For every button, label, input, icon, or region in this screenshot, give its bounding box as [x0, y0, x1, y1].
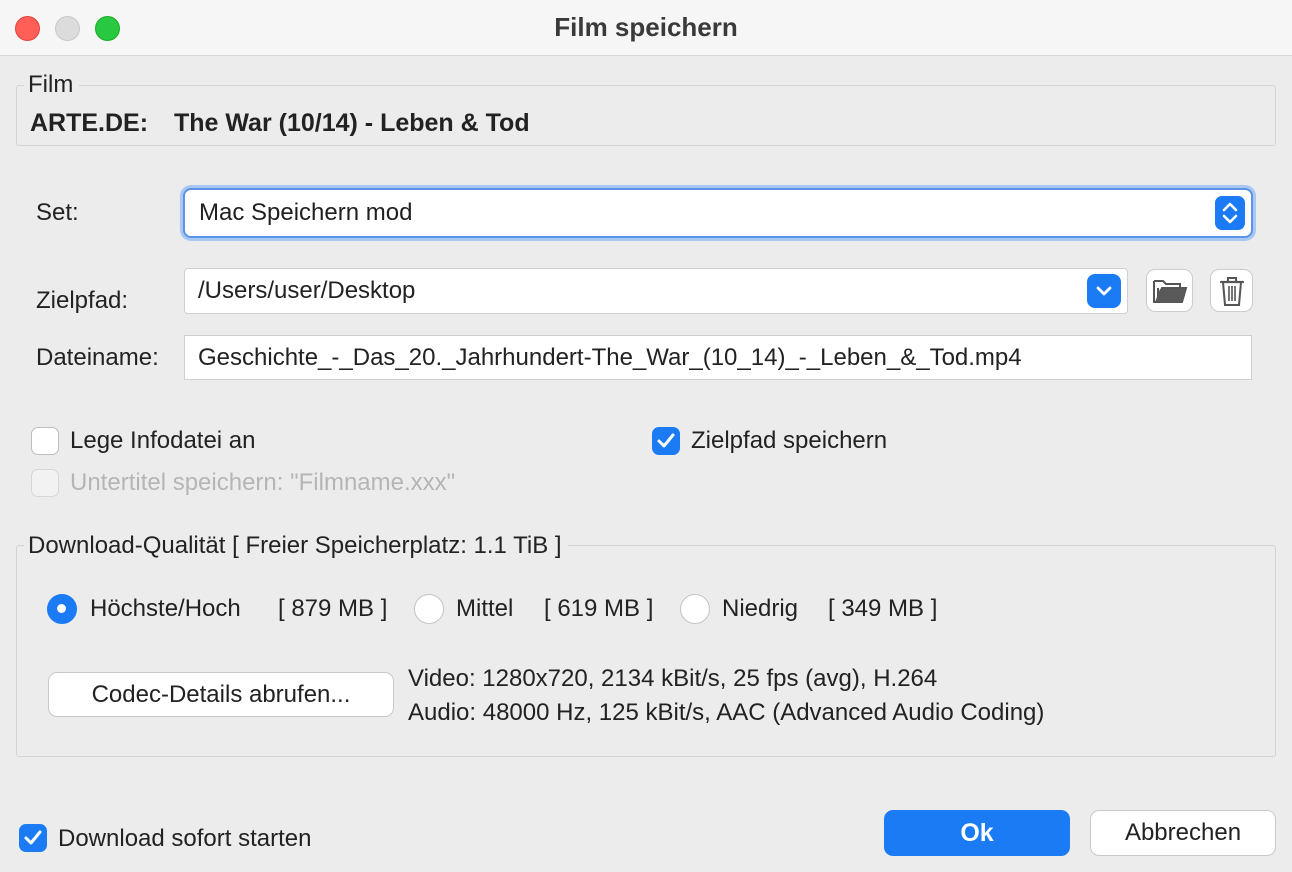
- dateiname-label: Dateiname:: [36, 344, 159, 371]
- quality-hoch-radio[interactable]: [47, 594, 77, 624]
- title-bar: Film speichern: [0, 0, 1292, 56]
- choose-folder-button[interactable]: [1146, 269, 1193, 312]
- zielpfad-speichern-checkbox[interactable]: [652, 427, 680, 455]
- zielpfad-dropdown-button[interactable]: [1087, 274, 1121, 308]
- set-label: Set:: [36, 199, 79, 226]
- trash-icon: [1219, 276, 1244, 306]
- quality-niedrig-label: Niedrig: [722, 595, 799, 622]
- checkmark-icon: [24, 830, 42, 845]
- quality-mittel-label: Mittel: [456, 595, 514, 622]
- zielpfad-value: /Users/user/Desktop: [198, 277, 416, 304]
- untertitel-checkbox[interactable]: [31, 469, 59, 497]
- dateiname-value: Geschichte_-_Das_20._Jahrhundert-The_War…: [198, 343, 1022, 371]
- infodatei-label: Lege Infodatei an: [70, 427, 256, 454]
- video-info: Video: 1280x720, 2134 kBit/s, 25 fps (av…: [408, 665, 938, 692]
- audio-info: Audio: 48000 Hz, 125 kBit/s, AAC (Advanc…: [408, 699, 1045, 726]
- up-down-chevron-icon: [1215, 196, 1245, 230]
- infodatei-checkbox[interactable]: [31, 427, 59, 455]
- checkmark-icon: [657, 433, 675, 448]
- set-select-value: Mac Speichern mod: [199, 199, 413, 226]
- film-title: The War (10/14) - Leben & Tod: [174, 109, 530, 137]
- codec-details-label: Codec-Details abrufen...: [91, 680, 351, 708]
- folder-icon: [1152, 279, 1187, 303]
- dateiname-input[interactable]: Geschichte_-_Das_20._Jahrhundert-The_War…: [184, 335, 1252, 380]
- set-select[interactable]: Mac Speichern mod: [183, 188, 1253, 238]
- zielpfad-combobox[interactable]: /Users/user/Desktop: [184, 268, 1128, 314]
- quality-mittel-size: [ 619 MB ]: [544, 595, 654, 622]
- zielpfad-label: Zielpfad:: [36, 287, 129, 314]
- ok-button[interactable]: Ok: [884, 810, 1070, 856]
- film-sender: ARTE.DE:: [30, 109, 149, 137]
- delete-path-button[interactable]: [1210, 269, 1253, 312]
- film-group-legend: Film: [24, 71, 80, 99]
- quality-mittel-radio[interactable]: [414, 594, 444, 624]
- quality-niedrig-radio[interactable]: [680, 594, 710, 624]
- cancel-button[interactable]: Abbrechen: [1090, 810, 1276, 856]
- start-download-label: Download sofort starten: [58, 825, 312, 852]
- chevron-down-icon: [1096, 286, 1112, 296]
- quality-hoch-size: [ 879 MB ]: [278, 595, 388, 622]
- start-download-checkbox[interactable]: [19, 824, 47, 852]
- quality-niedrig-size: [ 349 MB ]: [828, 595, 938, 622]
- quality-group-legend: Download-Qualität [ Freier Speicherplatz…: [24, 532, 568, 560]
- window-title: Film speichern: [554, 12, 738, 42]
- untertitel-label: Untertitel speichern: "Filmname.xxx": [70, 469, 456, 496]
- zielpfad-speichern-label: Zielpfad speichern: [691, 427, 888, 454]
- codec-details-button[interactable]: Codec-Details abrufen...: [48, 672, 394, 717]
- ok-label: Ok: [960, 818, 994, 847]
- cancel-label: Abbrechen: [1124, 819, 1242, 846]
- quality-hoch-label: Höchste/Hoch: [90, 595, 241, 622]
